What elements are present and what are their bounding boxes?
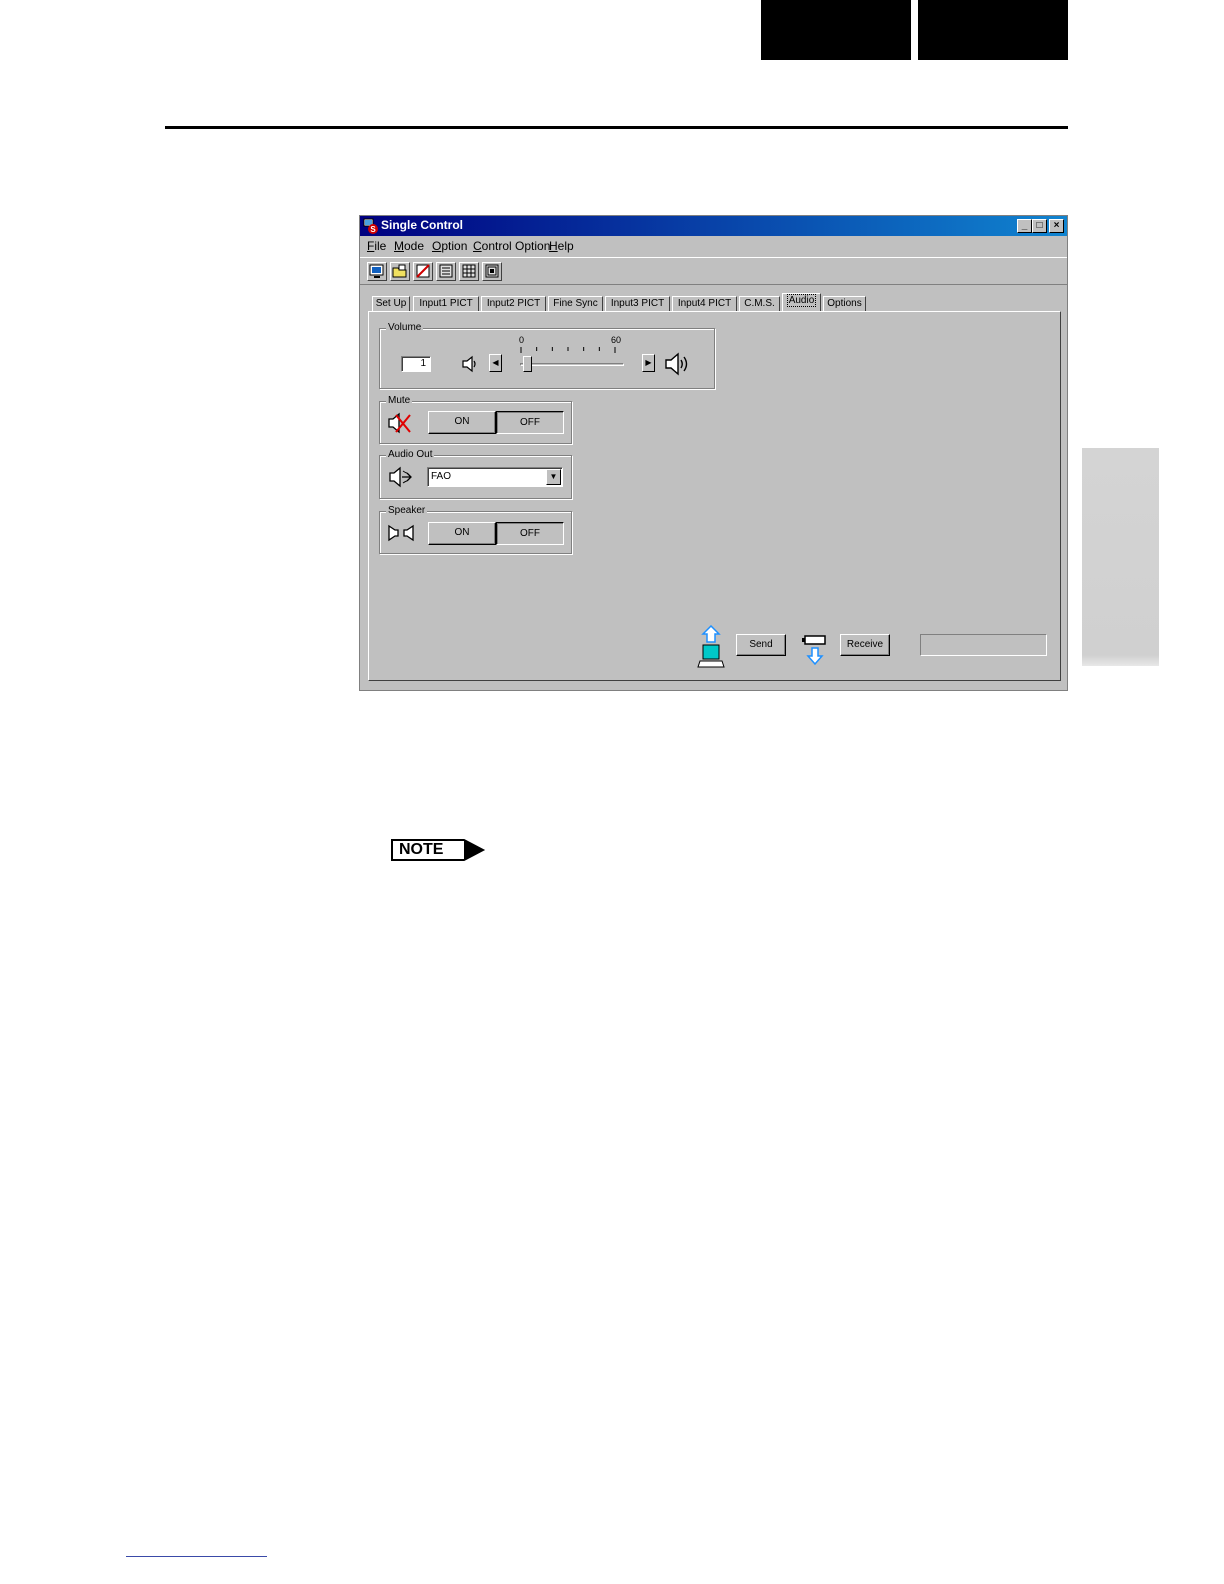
arrow-right-icon: ▶: [645, 358, 652, 367]
volume-slider-track[interactable]: [520, 363, 624, 366]
volume-max-label: 60: [611, 335, 622, 345]
mute-legend: Mute: [386, 395, 413, 407]
toolbar-monitor-button[interactable]: [367, 262, 387, 281]
minimize-icon: _: [1021, 220, 1028, 231]
volume-slider-thumb[interactable]: [522, 356, 532, 372]
tab-audio[interactable]: Audio: [782, 293, 821, 312]
speaker-legend: Speaker: [386, 505, 428, 517]
single-control-window: S Single Control _ □ × File Mode Option …: [359, 215, 1068, 691]
projector-download-icon: [802, 635, 826, 666]
volume-min-label: 0: [519, 335, 525, 345]
menu-file[interactable]: File: [367, 239, 386, 253]
side-thumb-tab: [1082, 448, 1159, 666]
toolbar-grid-button[interactable]: [459, 262, 479, 281]
note-label: NOTE: [399, 841, 444, 858]
audio-out-group: Audio Out FAO ▼: [379, 449, 572, 499]
status-field: [920, 634, 1047, 656]
grid-icon: [462, 264, 476, 278]
toolbar-cancel-button[interactable]: [413, 262, 433, 281]
header-rule: [165, 126, 1068, 129]
mute-on-button[interactable]: ON: [428, 411, 496, 434]
tab-cms[interactable]: C.M.S.: [739, 296, 780, 312]
toolbar-multi-window-button[interactable]: [482, 262, 502, 281]
header-black-block-1: [761, 0, 911, 60]
window-title: Single Control: [381, 218, 463, 232]
menu-mode[interactable]: Mode: [394, 239, 424, 253]
close-button[interactable]: ×: [1049, 219, 1064, 233]
cancel-icon: [416, 264, 430, 278]
footer-link-line: [126, 1556, 267, 1557]
audio-tab-panel: Volume 1 ◀ 0 60 ▶ Mute ON OFF Audio Out …: [368, 311, 1061, 681]
speaker-pair-icon: [388, 524, 414, 542]
mute-icon: [388, 412, 411, 434]
menu-bar: File Mode Option Control Option Help: [360, 237, 1067, 256]
tab-input1-pict[interactable]: Input1 PICT: [413, 296, 479, 312]
speaker-group: Speaker ON OFF: [379, 505, 572, 554]
toolbar: [360, 257, 1067, 285]
chevron-down-icon: ▼: [549, 472, 558, 481]
tab-set-up[interactable]: Set Up: [372, 296, 410, 312]
tab-input3-pict[interactable]: Input3 PICT: [605, 296, 670, 312]
monitor-icon: [369, 264, 384, 278]
speaker-off-button[interactable]: OFF: [496, 522, 564, 545]
audio-out-select[interactable]: FAO ▼: [427, 467, 563, 487]
menu-help[interactable]: Help: [549, 239, 574, 253]
header-black-block-2: [918, 0, 1068, 60]
volume-value-field[interactable]: 1: [401, 356, 431, 372]
tab-fine-sync[interactable]: Fine Sync: [548, 296, 603, 312]
minimize-button[interactable]: _: [1017, 219, 1032, 233]
volume-increase-button[interactable]: ▶: [642, 354, 655, 372]
close-icon: ×: [1053, 220, 1060, 231]
tab-input2-pict[interactable]: Input2 PICT: [481, 296, 546, 312]
volume-tick-marks: [520, 347, 616, 353]
menu-control-option[interactable]: Control Option: [473, 239, 550, 253]
toolbar-list-button[interactable]: [436, 262, 456, 281]
multi-window-icon: [485, 264, 499, 278]
audio-out-legend: Audio Out: [386, 449, 435, 461]
menu-option[interactable]: Option: [432, 239, 467, 253]
speaker-low-icon: [462, 355, 476, 373]
maximize-button[interactable]: □: [1032, 219, 1047, 233]
note-marker: NOTE: [391, 838, 486, 862]
open-folder-icon: [392, 264, 407, 278]
speaker-on-button[interactable]: ON: [428, 522, 496, 545]
app-icon: S: [363, 218, 378, 234]
toolbar-open-button[interactable]: [390, 262, 410, 281]
list-icon: [439, 264, 453, 278]
svg-text:S: S: [370, 225, 376, 234]
receive-button[interactable]: Receive: [840, 634, 890, 656]
speaker-high-icon: [665, 352, 688, 376]
volume-legend: Volume: [386, 322, 424, 334]
dropdown-arrow-button[interactable]: ▼: [546, 469, 561, 485]
send-button[interactable]: Send: [736, 634, 786, 656]
maximize-icon: □: [1036, 220, 1043, 231]
tab-input4-pict[interactable]: Input4 PICT: [672, 296, 737, 312]
mute-off-button[interactable]: OFF: [496, 411, 564, 434]
volume-decrease-button[interactable]: ◀: [489, 354, 502, 372]
tab-options[interactable]: Options: [823, 296, 866, 312]
pc-upload-icon: [697, 625, 725, 668]
arrow-left-icon: ◀: [492, 358, 499, 367]
mute-group: Mute ON OFF: [379, 395, 572, 444]
audio-out-icon: [389, 466, 412, 488]
volume-group: Volume 1 ◀ 0 60 ▶: [379, 322, 715, 389]
title-bar[interactable]: S Single Control _ □ ×: [360, 216, 1067, 236]
